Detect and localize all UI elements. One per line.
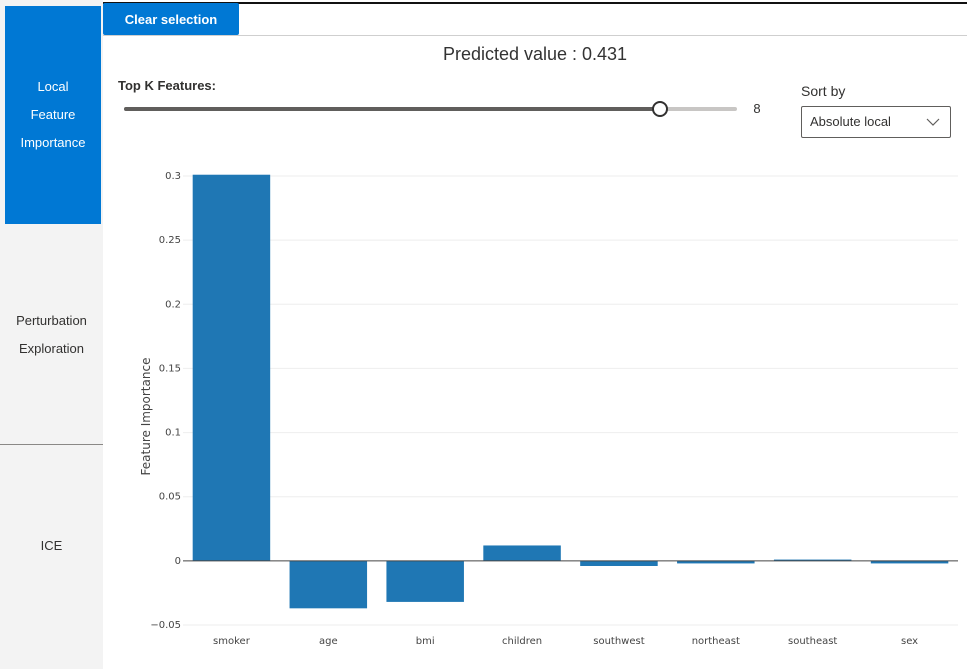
y-tick-label: 0.2 — [165, 299, 181, 310]
chevron-down-icon — [926, 118, 940, 126]
bar-age — [289, 560, 368, 609]
x-tick-label: children — [502, 636, 542, 647]
nav-tab-label: Local Feature Importance — [20, 79, 86, 150]
sort-by-label: Sort by — [801, 83, 846, 99]
y-tick-label: 0.1 — [165, 428, 181, 439]
x-tick-label: northeast — [692, 636, 740, 647]
nav-tab-label: ICE — [40, 538, 63, 553]
slider-fill — [124, 107, 661, 111]
y-tick-label: 0.25 — [159, 235, 181, 246]
nav-tab-local-feature-importance[interactable]: Local Feature Importance — [5, 6, 101, 224]
y-tick-label: 0.15 — [159, 363, 181, 374]
sort-by-dropdown[interactable]: Absolute local — [801, 106, 951, 138]
sort-by-selected: Absolute local — [810, 114, 891, 129]
bar-bmi — [386, 560, 464, 602]
y-tick-label: −0.05 — [150, 620, 181, 631]
bar-children — [483, 545, 561, 561]
bar-southwest — [580, 560, 658, 566]
left-nav: Local Feature Importance Perturbation Ex… — [0, 0, 103, 669]
x-tick-label: sex — [901, 636, 918, 647]
nav-tab-label: Perturbation Exploration — [16, 313, 87, 356]
clear-selection-button[interactable]: Clear selection — [103, 3, 239, 35]
x-tick-label: smoker — [213, 636, 251, 647]
x-tick-label: age — [319, 636, 338, 647]
predicted-value: Predicted value : 0.431 — [442, 44, 628, 64]
y-tick-label: 0.3 — [165, 171, 181, 182]
top-k-label: Top K Features: — [118, 78, 216, 93]
x-tick-label: southeast — [788, 636, 837, 647]
app-root: Local Feature Importance Perturbation Ex… — [0, 0, 967, 669]
slider-thumb[interactable] — [652, 101, 669, 117]
toolbar-divider — [103, 35, 967, 36]
bar-smoker — [192, 174, 271, 561]
feature-importance-chart: −0.05 0 0.05 0.1 0.15 0.2 0.25 0.3 Feature Impor… — [139, 171, 958, 647]
nav-tab-ice[interactable]: ICE — [0, 445, 103, 647]
y-tick-label: 0 — [175, 556, 181, 567]
x-tick-label: bmi — [416, 636, 435, 647]
x-tick-label: southwest — [593, 636, 644, 647]
nav-tab-perturbation-exploration[interactable]: Perturbation Exploration — [0, 226, 103, 444]
top-k-value: 8 — [753, 101, 761, 116]
y-tick-label: 0.05 — [159, 492, 181, 503]
y-axis-label: Feature Importance — [139, 358, 153, 476]
top-k-slider[interactable] — [124, 97, 739, 121]
